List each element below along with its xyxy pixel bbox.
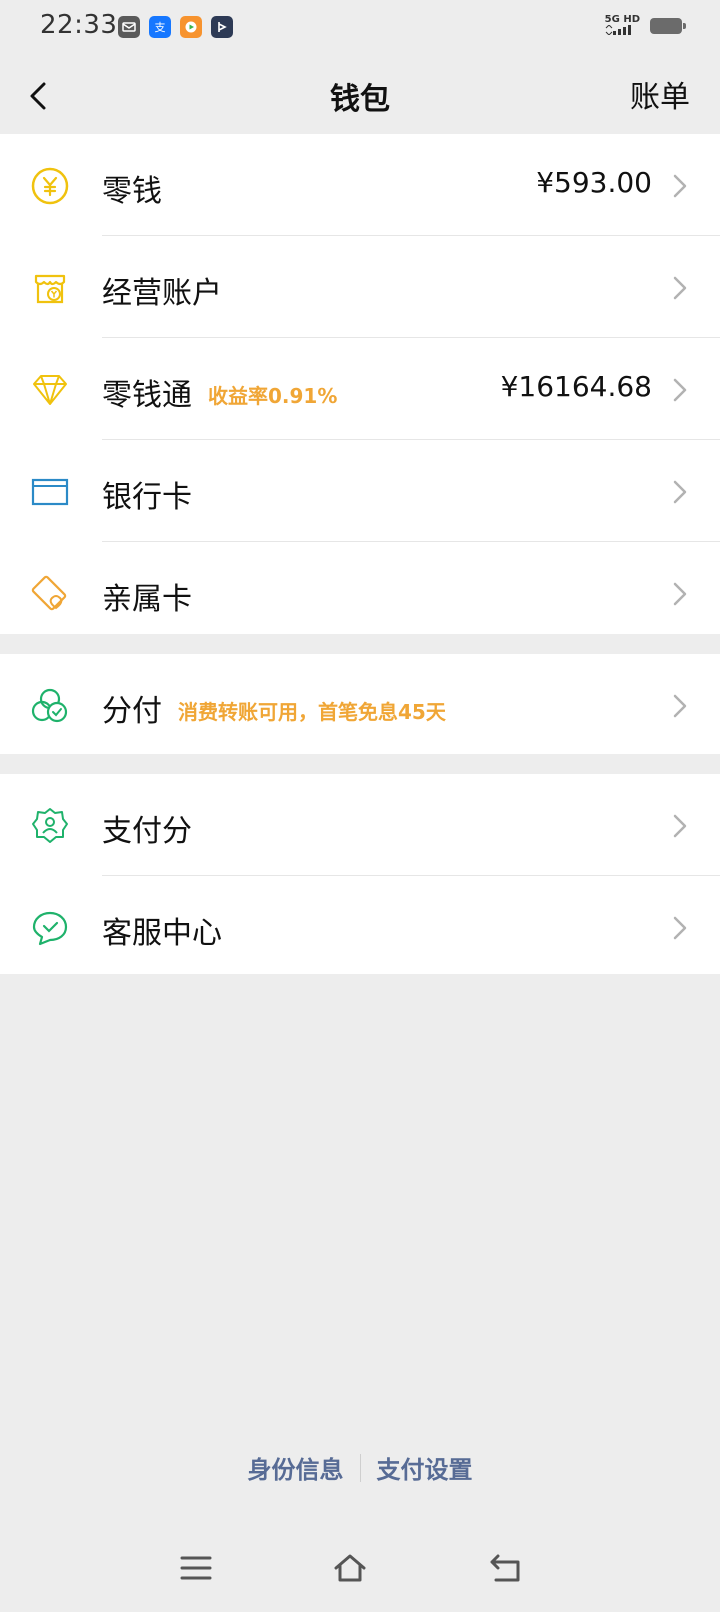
menu-icon[interactable] xyxy=(178,1550,214,1586)
mail-app-icon xyxy=(118,16,140,38)
row-label: 经营账户 xyxy=(102,276,222,311)
system-nav-bar xyxy=(0,1530,720,1610)
video-app-icon xyxy=(180,16,202,38)
svg-text:支: 支 xyxy=(155,21,166,34)
alipay-icon: 支 xyxy=(149,16,171,38)
diamond-icon xyxy=(33,375,67,405)
bank-card-icon xyxy=(31,478,69,506)
chevron-right-icon xyxy=(673,582,687,606)
row-customer-service[interactable]: 客服中心 xyxy=(0,876,720,978)
signal-indicator: 5G HD xyxy=(605,14,640,38)
row-label: 零钱 xyxy=(102,174,162,209)
installment-pay-icon xyxy=(31,688,68,723)
chevron-right-icon xyxy=(673,480,687,504)
row-label: 客服中心 xyxy=(102,916,222,951)
page-title: 钱包 xyxy=(330,82,390,117)
bill-button[interactable]: 账单 xyxy=(630,72,690,116)
media-app-icon xyxy=(211,16,233,38)
row-label: 分付 消费转账可用，首笔免息45天 xyxy=(102,686,446,730)
chevron-right-icon xyxy=(673,378,687,402)
yield-rate-tag: 收益率0.91% xyxy=(208,384,338,408)
back-nav-icon[interactable] xyxy=(488,1550,524,1586)
payment-settings-link[interactable]: 支付设置 xyxy=(361,1450,489,1485)
status-bar: 22:33 支 5G HD xyxy=(0,0,720,56)
row-label: 支付分 xyxy=(102,814,192,849)
chevron-right-icon xyxy=(673,694,687,718)
home-icon[interactable] xyxy=(332,1550,368,1586)
change-balance: ¥593.00 xyxy=(536,166,652,199)
row-change[interactable]: 零钱 ¥593.00 xyxy=(0,134,720,236)
row-lingqiantong[interactable]: 零钱通 收益率0.91% ¥16164.68 xyxy=(0,338,720,440)
row-label: 零钱通 收益率0.91% xyxy=(102,370,337,414)
row-label-text: 零钱通 xyxy=(102,378,192,413)
chevron-right-icon xyxy=(673,916,687,940)
row-label: 亲属卡 xyxy=(102,582,192,617)
shop-account-icon xyxy=(34,274,66,304)
row-pay-score[interactable]: 支付分 xyxy=(0,774,720,876)
wallet-group-main: 零钱 ¥593.00 经营账户 零钱通 收益率0.91% ¥16164.68 银行… xyxy=(0,134,720,634)
customer-service-icon xyxy=(32,911,68,946)
promo-tag: 消费转账可用，首笔免息45天 xyxy=(178,700,446,724)
chevron-right-icon xyxy=(673,276,687,300)
status-right: 5G HD xyxy=(605,14,686,38)
lingqiantong-balance: ¥16164.68 xyxy=(500,370,652,403)
yen-coin-icon xyxy=(31,167,69,205)
family-card-icon xyxy=(31,575,67,611)
chevron-right-icon xyxy=(673,814,687,838)
row-business-account[interactable]: 经营账户 xyxy=(0,236,720,338)
row-installment-pay[interactable]: 分付 消费转账可用，首笔免息45天 xyxy=(0,654,720,756)
row-family-card[interactable]: 亲属卡 xyxy=(0,542,720,644)
signal-bars-icon xyxy=(605,24,631,36)
battery-icon xyxy=(650,18,686,34)
network-label: 5G HD xyxy=(604,14,640,25)
notification-icons: 支 xyxy=(118,16,233,38)
status-time: 22:33 xyxy=(40,10,118,40)
row-bank-card[interactable]: 银行卡 xyxy=(0,440,720,542)
nav-bar: 钱包 账单 xyxy=(0,56,720,136)
pay-score-icon xyxy=(32,808,68,843)
wallet-group-installment: 分付 消费转账可用，首笔免息45天 xyxy=(0,654,720,754)
row-label-text: 分付 xyxy=(102,694,162,729)
chevron-right-icon xyxy=(673,174,687,198)
identity-info-link[interactable]: 身份信息 xyxy=(232,1450,360,1485)
wallet-group-services: 支付分 客服中心 xyxy=(0,774,720,974)
footer-links: 身份信息 支付设置 xyxy=(0,1450,720,1485)
row-label: 银行卡 xyxy=(102,480,192,515)
